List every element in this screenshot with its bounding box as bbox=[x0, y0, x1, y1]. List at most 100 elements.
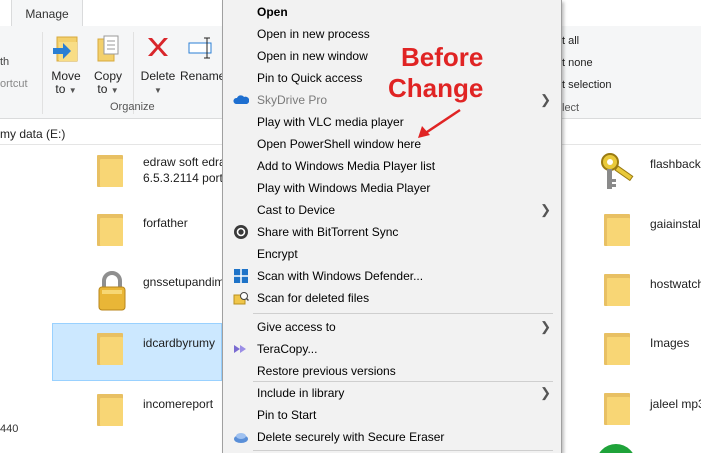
menu-item-include-in-library[interactable]: Include in library ❯ bbox=[223, 382, 561, 404]
file-name[interactable]: flashback bbox=[650, 157, 701, 172]
invert-selection-button[interactable]: t selection bbox=[562, 79, 612, 91]
folder-icon[interactable] bbox=[604, 274, 630, 306]
menu-item-label: Include in library bbox=[257, 386, 345, 400]
copy-to-sublabel: to bbox=[97, 82, 108, 96]
annotation-line-2: Change bbox=[388, 73, 484, 103]
menu-item-scan-windows-defender[interactable]: Scan with Windows Defender... bbox=[223, 265, 561, 287]
move-to-sublabel: to bbox=[55, 82, 66, 96]
skydrive-icon bbox=[233, 92, 250, 108]
annotation-text: Before Change bbox=[388, 42, 483, 104]
scan-deleted-icon bbox=[233, 290, 250, 306]
file-name[interactable]: hostwatch bbox=[650, 277, 701, 292]
chevron-right-icon: ❯ bbox=[540, 319, 551, 334]
menu-item-open[interactable]: Open bbox=[223, 1, 561, 23]
annotation-arrow-icon bbox=[418, 108, 461, 138]
ribbon-left-text-1[interactable]: th bbox=[0, 56, 9, 68]
delete-button[interactable]: Delete ▼ bbox=[138, 34, 178, 97]
globe-icon[interactable] bbox=[596, 444, 636, 453]
file-name[interactable]: forfather bbox=[143, 216, 188, 231]
annotation-line-1: Before bbox=[400, 42, 484, 72]
chevron-right-icon: ❯ bbox=[540, 92, 551, 107]
folder-icon[interactable] bbox=[97, 333, 123, 365]
keys-icon[interactable] bbox=[596, 150, 640, 194]
menu-separator bbox=[253, 450, 553, 451]
move-to-icon bbox=[51, 34, 81, 66]
menu-item-label: Restore previous versions bbox=[257, 364, 396, 378]
teracopy-icon bbox=[233, 341, 249, 357]
menu-item-label: Add to Windows Media Player list bbox=[257, 159, 436, 173]
windows-defender-icon bbox=[233, 268, 249, 284]
copy-to-button[interactable]: Copy to ▼ bbox=[88, 34, 128, 97]
menu-item-label: Play with VLC media player bbox=[257, 115, 404, 129]
menu-item-label: Scan with Windows Defender... bbox=[257, 269, 424, 283]
menu-item-open-powershell[interactable]: Open PowerShell window here bbox=[223, 133, 561, 155]
folder-icon[interactable] bbox=[97, 155, 123, 187]
copy-to-icon bbox=[93, 34, 123, 66]
menu-item-cast-to-device[interactable]: Cast to Device ❯ bbox=[223, 199, 561, 221]
menu-item-label: Open in new window bbox=[257, 49, 368, 63]
group-separator bbox=[42, 32, 43, 114]
menu-item-label: Play with Windows Media Player bbox=[257, 181, 431, 195]
menu-item-play-with-wmp[interactable]: Play with Windows Media Player bbox=[223, 177, 561, 199]
menu-item-add-to-wmp-list[interactable]: Add to Windows Media Player list bbox=[223, 155, 561, 177]
select-all-button[interactable]: t all bbox=[562, 35, 579, 47]
selected-highlight[interactable] bbox=[52, 323, 222, 381]
group-label-select: lect bbox=[562, 102, 580, 114]
menu-item-pin-to-start[interactable]: Pin to Start bbox=[223, 404, 561, 426]
menu-item-label: Open bbox=[257, 5, 288, 19]
menu-item-label: Open PowerShell window here bbox=[257, 137, 422, 151]
secure-eraser-icon bbox=[233, 429, 249, 445]
lock-icon[interactable] bbox=[96, 270, 128, 312]
file-name[interactable]: idcardbyrumy bbox=[143, 336, 215, 351]
menu-item-label: TeraCopy... bbox=[257, 342, 318, 356]
menu-item-label: Open in new process bbox=[257, 27, 370, 41]
group-label-organize: Organize bbox=[110, 101, 155, 113]
move-to-button[interactable]: Move to ▼ bbox=[46, 34, 86, 97]
ribbon-left-text-2[interactable]: ortcut bbox=[0, 78, 28, 90]
folder-icon[interactable] bbox=[97, 214, 123, 246]
folder-icon[interactable] bbox=[604, 214, 630, 246]
chevron-right-icon: ❯ bbox=[540, 202, 551, 217]
rename-icon bbox=[187, 34, 217, 66]
file-name[interactable]: incomereport bbox=[143, 397, 213, 412]
chevron-down-icon: ▼ bbox=[110, 86, 119, 95]
menu-item-label: Scan for deleted files bbox=[257, 291, 370, 305]
chevron-right-icon: ❯ bbox=[540, 385, 551, 400]
menu-item-label: Pin to Quick access bbox=[257, 71, 363, 85]
file-name[interactable]: gnssetupandim bbox=[143, 275, 224, 290]
select-none-button[interactable]: t none bbox=[562, 57, 593, 69]
menu-item-label: Delete securely with Secure Eraser bbox=[257, 430, 445, 444]
rename-button[interactable]: Rename bbox=[180, 34, 226, 83]
menu-item-secure-eraser[interactable]: Delete securely with Secure Eraser bbox=[223, 426, 561, 448]
file-name[interactable]: jaleel mp3 bbox=[650, 397, 701, 412]
menu-item-label: Cast to Device bbox=[257, 203, 336, 217]
file-name[interactable]: gaiainstal bbox=[650, 217, 701, 232]
folder-icon[interactable] bbox=[604, 333, 630, 365]
menu-item-label: Pin to Start bbox=[257, 408, 317, 422]
file-name[interactable]: edraw soft edra bbox=[143, 155, 226, 170]
menu-item-share-bittorrent-sync[interactable]: Share with BitTorrent Sync bbox=[223, 221, 561, 243]
menu-item-label: SkyDrive Pro bbox=[257, 93, 328, 107]
side-number: 440 bbox=[0, 423, 19, 435]
menu-item-scan-deleted-files[interactable]: Scan for deleted files bbox=[223, 287, 561, 309]
menu-item-label: Give access to bbox=[257, 320, 336, 334]
address-path: my data (E:) bbox=[0, 127, 66, 141]
chevron-down-icon: ▼ bbox=[154, 86, 162, 95]
file-name[interactable]: Images bbox=[650, 336, 689, 351]
menu-item-label: Share with BitTorrent Sync bbox=[257, 225, 399, 239]
folder-icon[interactable] bbox=[604, 393, 630, 425]
tab-manage[interactable]: Manage bbox=[11, 0, 83, 26]
menu-item-teracopy[interactable]: TeraCopy... bbox=[223, 338, 561, 360]
rename-label: Rename bbox=[180, 69, 226, 83]
bittorrent-sync-icon bbox=[233, 224, 249, 240]
menu-item-label: Encrypt bbox=[257, 247, 298, 261]
menu-item-restore-previous-versions[interactable]: Restore previous versions bbox=[223, 360, 561, 382]
delete-label: Delete bbox=[140, 69, 176, 83]
delete-icon bbox=[143, 34, 173, 66]
file-name-line2: 6.5.3.2114 porta bbox=[143, 171, 230, 185]
menu-item-play-with-vlc[interactable]: Play with VLC media player bbox=[223, 111, 561, 133]
menu-item-encrypt[interactable]: Encrypt bbox=[223, 243, 561, 265]
menu-item-give-access-to[interactable]: Give access to ❯ bbox=[223, 316, 561, 338]
chevron-down-icon: ▼ bbox=[68, 86, 77, 95]
folder-icon[interactable] bbox=[97, 394, 123, 426]
